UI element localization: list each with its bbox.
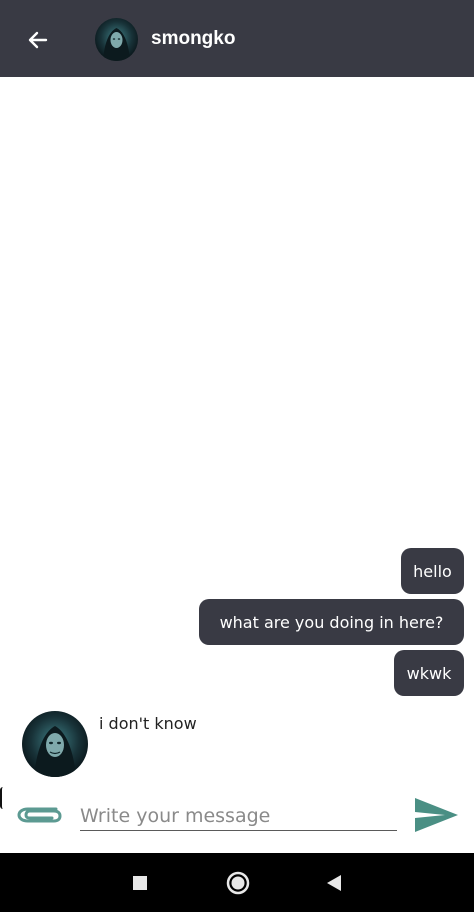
send-button[interactable] [410, 794, 462, 836]
contact-name: smongko [151, 28, 236, 49]
outgoing-message: wkwk [394, 650, 464, 696]
hooded-figure-avatar-icon [95, 18, 138, 61]
system-back-button[interactable] [318, 867, 350, 899]
message-text: what are you doing in here? [219, 612, 444, 632]
app-bar: smongko [0, 0, 474, 77]
square-icon [133, 876, 147, 890]
paperclip-icon [17, 807, 62, 823]
recents-button[interactable] [124, 867, 156, 899]
home-button[interactable] [222, 867, 254, 899]
hooded-figure-avatar-icon [22, 711, 88, 777]
triangle-back-icon [327, 875, 341, 891]
back-button[interactable] [20, 22, 56, 58]
incoming-message-text: i don't know [99, 714, 197, 733]
circle-icon [226, 871, 250, 895]
chat-screen: smongko hello what are you doing in here… [0, 0, 474, 912]
message-text: wkwk [406, 663, 452, 683]
system-nav-bar [0, 853, 474, 912]
message-input[interactable] [80, 801, 397, 831]
edge-artifact [0, 787, 3, 809]
message-text: hello [413, 561, 452, 581]
outgoing-message: what are you doing in here? [199, 599, 464, 645]
arrow-left-icon [28, 31, 48, 49]
send-icon [415, 798, 458, 832]
outgoing-message: hello [401, 548, 464, 594]
contact-avatar[interactable] [95, 18, 138, 61]
sender-avatar [22, 711, 88, 777]
attach-button[interactable] [15, 799, 63, 829]
